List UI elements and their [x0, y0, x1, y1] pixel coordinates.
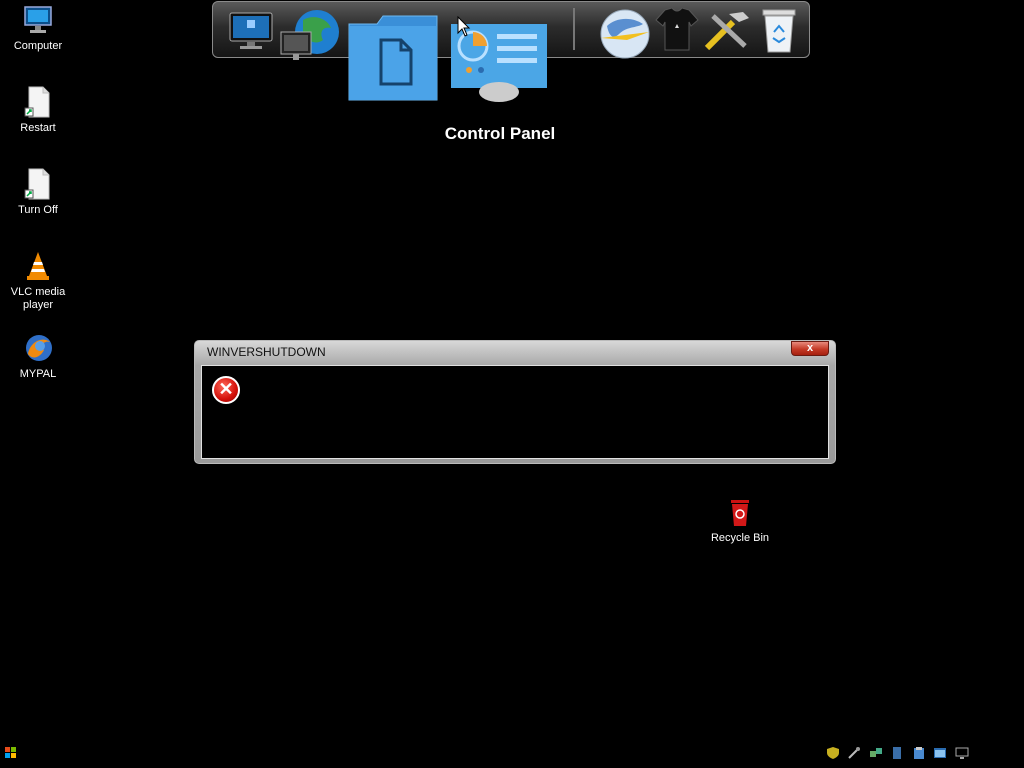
monitor-icon[interactable] [227, 10, 275, 57]
recycle-bin-icon[interactable] [759, 8, 799, 59]
windows-orb-icon[interactable] [4, 746, 18, 760]
network-icon[interactable] [869, 746, 883, 760]
desktop-icon-computer[interactable]: Computer [0, 4, 76, 53]
mypal-browser-icon [22, 332, 54, 364]
computer-icon [22, 4, 54, 36]
internet-globe-icon[interactable] [597, 6, 653, 67]
error-icon: ✕ [212, 376, 240, 404]
dock-separator [573, 8, 575, 50]
recycle-bin-red-icon [724, 496, 756, 528]
device-icon[interactable] [890, 746, 904, 760]
desktop-icon-mypal[interactable]: MYPAL [0, 332, 76, 381]
desktop-icon-turn-off[interactable]: Turn Off [0, 168, 76, 217]
tshirt-icon[interactable] [655, 6, 699, 57]
tool-icon[interactable] [847, 746, 861, 760]
shield-icon[interactable] [826, 746, 840, 760]
error-dialog: WINVERSHUTDOWN x ✕ [194, 340, 836, 464]
desktop-icon-vlc[interactable]: VLC media player [0, 250, 76, 312]
desktop-icon-restart[interactable]: Restart [0, 86, 76, 135]
desktop-icon-label: Turn Off [18, 204, 58, 216]
folder-icon[interactable] [347, 12, 441, 109]
mouse-cursor-icon [457, 16, 471, 37]
monitor-tray-icon[interactable] [955, 746, 969, 760]
desktop-icon-label: VLC media player [10, 286, 66, 311]
desktop-icon-label: Restart [20, 122, 56, 134]
dialog-body: ✕ [201, 365, 829, 459]
desktop-icon-label: Recycle Bin [710, 532, 770, 544]
shortcut-file-icon [22, 86, 54, 118]
tools-icon[interactable] [703, 8, 753, 57]
desktop-icon-label: Computer [13, 40, 63, 52]
system-tray [826, 746, 972, 762]
dock-hover-label: Control Panel [444, 124, 556, 143]
shortcut-file-icon [22, 168, 54, 200]
clipboard-icon[interactable] [912, 746, 926, 760]
vlc-cone-icon [22, 250, 54, 282]
globe-network-icon[interactable] [279, 6, 339, 71]
desktop-icon-recycle-bin[interactable]: Recycle Bin [702, 496, 778, 545]
dialog-title: WINVERSHUTDOWN [207, 345, 326, 359]
window-icon[interactable] [933, 746, 947, 760]
desktop-icon-label: MYPAL [19, 368, 57, 380]
dock-bar [212, 1, 810, 102]
close-button[interactable]: x [791, 341, 829, 356]
